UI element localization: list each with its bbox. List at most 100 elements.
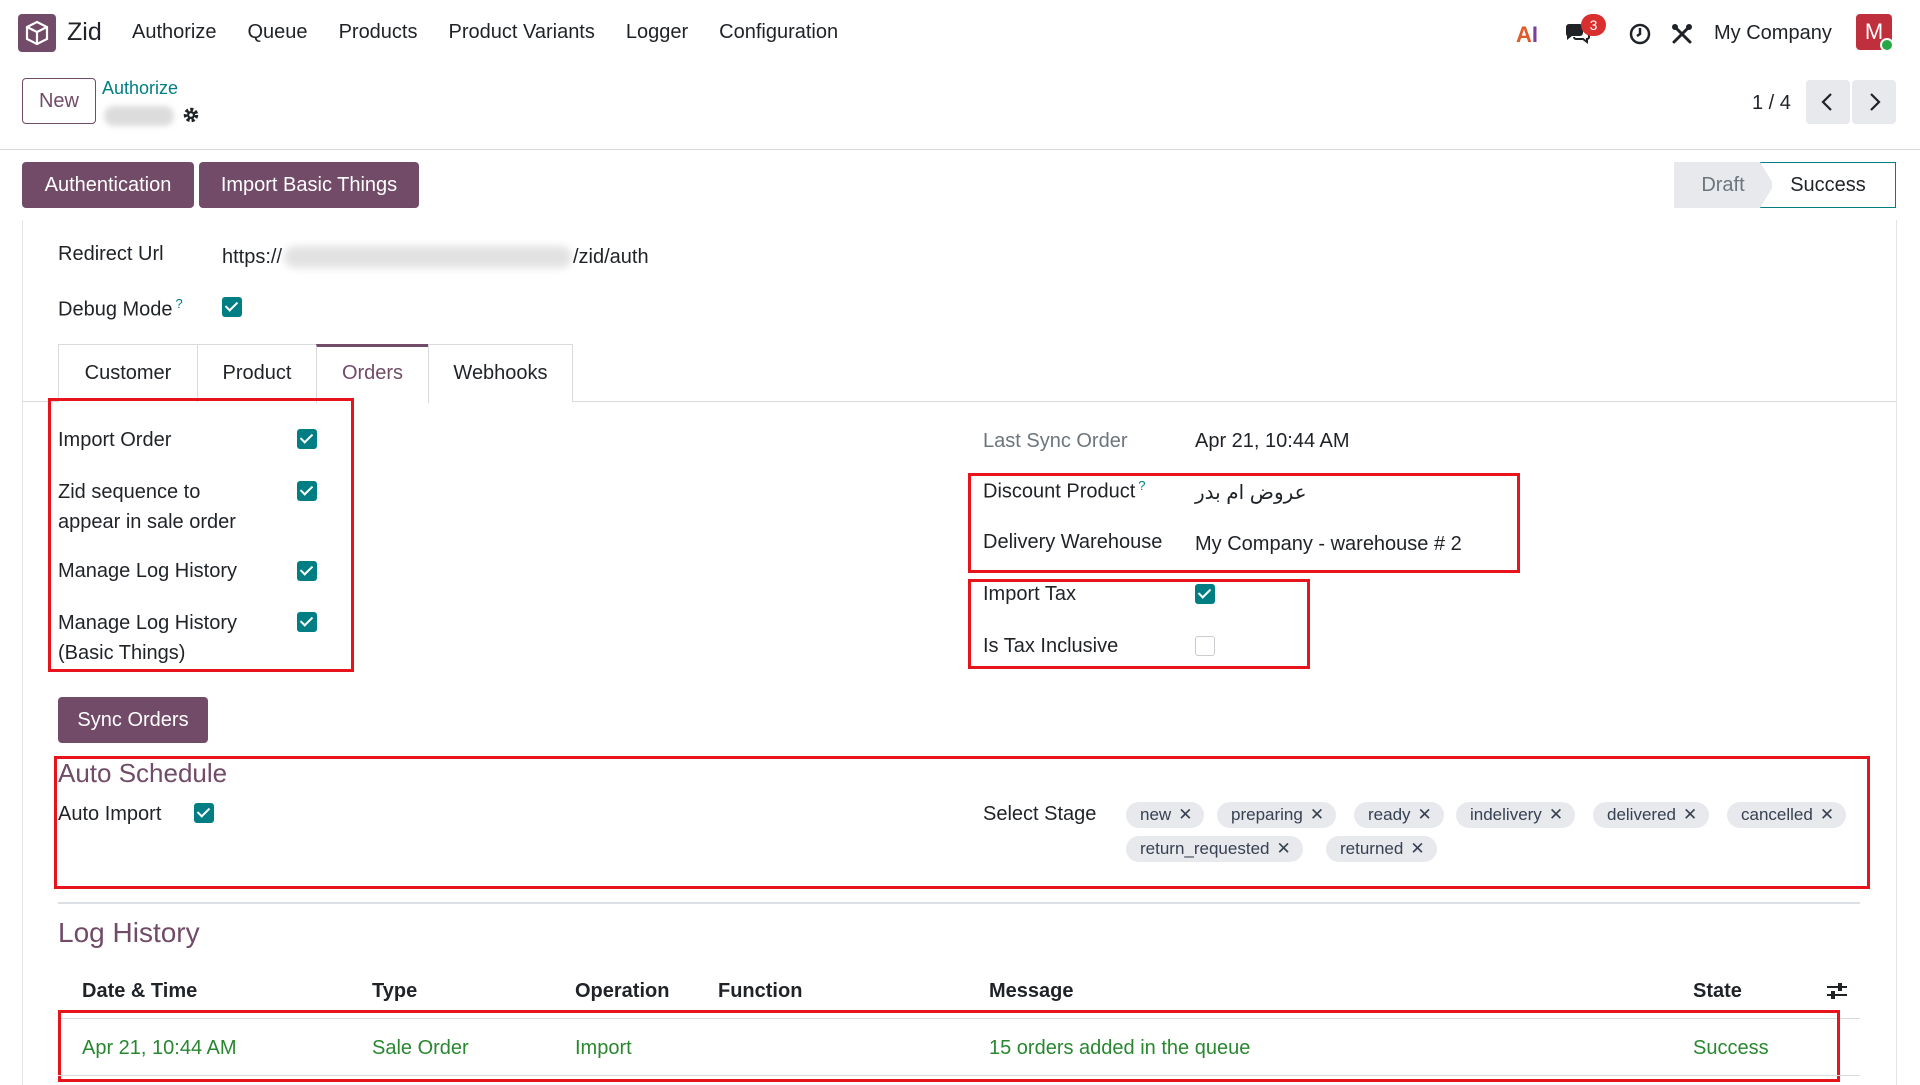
stage-tag-cancelled[interactable]: cancelled ✕ bbox=[1727, 802, 1847, 828]
manage-log-label: Manage Log History bbox=[58, 560, 237, 582]
menu-item-authorize[interactable]: Authorize bbox=[132, 21, 217, 44]
top-navbar: Zid Authorize Queue Products Product Var… bbox=[0, 0, 1920, 66]
pager-next-button[interactable] bbox=[1852, 80, 1896, 124]
stage-tag-label: indelivery bbox=[1470, 805, 1542, 824]
cell-state: Success bbox=[1693, 1037, 1769, 1059]
tools-icon[interactable] bbox=[1670, 22, 1694, 52]
stage-tag-label: delivered bbox=[1607, 805, 1676, 824]
app-name[interactable]: Zid bbox=[67, 18, 102, 47]
sheet-border-right bbox=[1896, 220, 1897, 1085]
stage-tag-ready[interactable]: ready ✕ bbox=[1354, 802, 1444, 828]
zid-sequence-checkbox[interactable] bbox=[297, 481, 317, 501]
column-header-type[interactable]: Type bbox=[372, 980, 417, 1003]
control-panel: New Authorize 1 / 4 bbox=[0, 66, 1920, 150]
column-header-datetime[interactable]: Date & Time bbox=[82, 980, 197, 1003]
column-header-operation[interactable]: Operation bbox=[575, 980, 669, 1003]
stage-tag-return-requested[interactable]: return_requested ✕ bbox=[1126, 836, 1303, 862]
clock-icon[interactable] bbox=[1628, 22, 1652, 52]
stage-tag-delivered[interactable]: delivered ✕ bbox=[1593, 802, 1710, 828]
last-sync-order-label: Last Sync Order bbox=[983, 430, 1128, 452]
remove-tag-icon[interactable]: ✕ bbox=[1310, 805, 1324, 824]
column-header-message[interactable]: Message bbox=[989, 980, 1074, 1003]
menu-item-logger[interactable]: Logger bbox=[626, 21, 688, 44]
redirect-url-label: Redirect Url bbox=[58, 243, 164, 265]
stage-tag-returned[interactable]: returned ✕ bbox=[1326, 836, 1437, 862]
manage-log-basic-label-line1: Manage Log History bbox=[58, 612, 237, 634]
remove-tag-icon[interactable]: ✕ bbox=[1276, 839, 1290, 858]
cell-message: 15 orders added in the queue bbox=[989, 1037, 1251, 1059]
ai-icon-i: I bbox=[1531, 22, 1539, 47]
presence-dot bbox=[1880, 38, 1894, 52]
record-name-redacted bbox=[104, 106, 174, 126]
remove-tag-icon[interactable]: ✕ bbox=[1178, 805, 1192, 824]
menu-item-products[interactable]: Products bbox=[339, 21, 418, 44]
import-tax-checkbox[interactable] bbox=[1195, 584, 1215, 604]
status-draft[interactable]: Draft bbox=[1674, 162, 1772, 208]
zid-sequence-label-line2: appear in sale order bbox=[58, 511, 236, 533]
sheet-border-left bbox=[22, 220, 23, 1085]
auto-import-label: Auto Import bbox=[58, 803, 162, 825]
optional-columns-icon[interactable] bbox=[1826, 981, 1848, 1007]
debug-mode-label: Debug Mode? bbox=[58, 296, 183, 322]
tab-orders[interactable]: Orders bbox=[316, 344, 429, 403]
ai-icon[interactable]: AI bbox=[1516, 22, 1538, 48]
import-order-label: Import Order bbox=[58, 429, 172, 451]
authentication-button[interactable]: Authentication bbox=[22, 162, 194, 208]
stage-tag-label: return_requested bbox=[1140, 839, 1270, 858]
company-switcher[interactable]: My Company bbox=[1714, 22, 1832, 45]
gear-icon[interactable] bbox=[182, 106, 200, 130]
stage-tag-indelivery[interactable]: indelivery ✕ bbox=[1456, 802, 1576, 828]
main-menu: Authorize Queue Products Product Variant… bbox=[132, 21, 838, 44]
table-row-divider bbox=[58, 1075, 1860, 1076]
menu-item-queue[interactable]: Queue bbox=[248, 21, 308, 44]
tab-webhooks[interactable]: Webhooks bbox=[428, 344, 573, 402]
redirect-url-prefix: https:// bbox=[222, 246, 283, 268]
debug-mode-checkbox[interactable] bbox=[222, 297, 242, 317]
help-icon[interactable]: ? bbox=[176, 296, 183, 311]
menu-item-product-variants[interactable]: Product Variants bbox=[449, 21, 595, 44]
import-order-checkbox[interactable] bbox=[297, 429, 317, 449]
pager-value[interactable]: 1 / 4 bbox=[1752, 92, 1791, 115]
manage-log-checkbox[interactable] bbox=[297, 561, 317, 581]
sync-orders-button[interactable]: Sync Orders bbox=[58, 697, 208, 743]
tab-customer[interactable]: Customer bbox=[58, 344, 198, 402]
cell-operation: Import bbox=[575, 1037, 632, 1059]
stage-tag-label: returned bbox=[1340, 839, 1404, 858]
remove-tag-icon[interactable]: ✕ bbox=[1549, 805, 1563, 824]
discount-product-value[interactable]: عروض ام بدر bbox=[1195, 480, 1307, 505]
breadcrumb-authorize[interactable]: Authorize bbox=[102, 78, 178, 99]
log-history-title: Log History bbox=[58, 917, 200, 948]
delivery-warehouse-value[interactable]: My Company - warehouse # 2 bbox=[1195, 533, 1462, 556]
debug-mode-text: Debug Mode bbox=[58, 298, 173, 321]
stage-tag-preparing[interactable]: preparing ✕ bbox=[1217, 802, 1337, 828]
chat-badge: 3 bbox=[1581, 14, 1606, 36]
auto-import-checkbox[interactable] bbox=[194, 803, 214, 823]
import-basic-things-button[interactable]: Import Basic Things bbox=[199, 162, 419, 208]
column-header-function[interactable]: Function bbox=[718, 980, 802, 1003]
pager-previous-button[interactable] bbox=[1806, 80, 1850, 124]
menu-item-configuration[interactable]: Configuration bbox=[719, 21, 838, 44]
stage-tag-label: cancelled bbox=[1741, 805, 1813, 824]
manage-log-basic-checkbox[interactable] bbox=[297, 612, 317, 632]
new-button[interactable]: New bbox=[22, 78, 96, 124]
delivery-warehouse-label: Delivery Warehouse bbox=[983, 531, 1163, 553]
tab-product[interactable]: Product bbox=[197, 344, 317, 402]
remove-tag-icon[interactable]: ✕ bbox=[1683, 805, 1697, 824]
stage-tag-label: ready bbox=[1368, 805, 1411, 824]
app-cube-icon[interactable] bbox=[18, 14, 56, 52]
last-sync-order-value: Apr 21, 10:44 AM bbox=[1195, 430, 1350, 452]
help-icon[interactable]: ? bbox=[1138, 478, 1145, 493]
remove-tag-icon[interactable]: ✕ bbox=[1820, 805, 1834, 824]
remove-tag-icon[interactable]: ✕ bbox=[1410, 839, 1424, 858]
tax-inclusive-checkbox[interactable] bbox=[1195, 636, 1215, 656]
stage-tag-new[interactable]: new ✕ bbox=[1126, 802, 1205, 828]
remove-tag-icon[interactable]: ✕ bbox=[1418, 805, 1432, 824]
auto-schedule-title: Auto Schedule bbox=[58, 758, 228, 788]
discount-product-text: Discount Product bbox=[983, 480, 1136, 503]
status-success[interactable]: Success bbox=[1760, 162, 1896, 208]
cell-datetime: Apr 21, 10:44 AM bbox=[82, 1037, 237, 1059]
stage-tag-label: preparing bbox=[1231, 805, 1303, 824]
column-header-state[interactable]: State bbox=[1693, 980, 1742, 1003]
section-divider bbox=[58, 902, 1860, 904]
ai-icon-a: A bbox=[1516, 22, 1532, 47]
